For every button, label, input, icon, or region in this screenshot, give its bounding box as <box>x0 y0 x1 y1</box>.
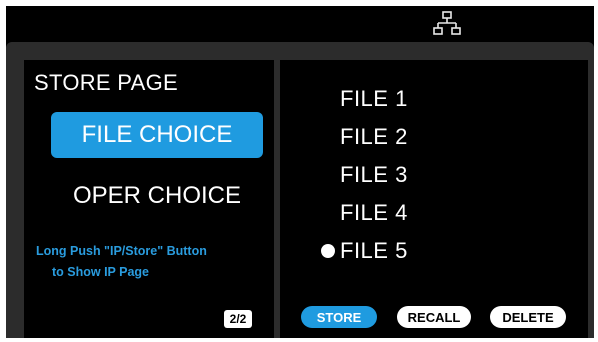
left-panel: STORE PAGE FILE CHOICE OPER CHOICE Long … <box>24 60 274 338</box>
file-label: FILE 4 <box>340 200 408 225</box>
recall-button[interactable]: RECALL <box>397 306 471 328</box>
store-button[interactable]: STORE <box>301 306 377 328</box>
file-label: FILE 5 <box>340 238 408 263</box>
file-item[interactable]: FILE 3 <box>340 162 408 200</box>
file-list: FILE 1 FILE 2 FILE 3 FILE 4 FILE 5 <box>321 86 408 276</box>
oper-choice-button[interactable]: OPER CHOICE <box>51 176 263 216</box>
device-screen: STORE PAGE FILE CHOICE OPER CHOICE Long … <box>6 6 594 338</box>
hint-text: Long Push "IP/Store" Button to Show IP P… <box>36 241 272 283</box>
file-label: FILE 2 <box>340 124 408 149</box>
delete-button[interactable]: DELETE <box>490 306 566 328</box>
page-indicator: 2/2 <box>224 310 252 328</box>
file-item[interactable]: FILE 4 <box>340 200 408 238</box>
network-icon <box>433 11 461 35</box>
hint-line-2: to Show IP Page <box>52 265 150 279</box>
file-item[interactable]: FILE 5 <box>321 238 408 276</box>
file-item[interactable]: FILE 1 <box>340 86 408 124</box>
hint-line-1: Long Push "IP/Store" Button <box>36 244 207 258</box>
page-title: STORE PAGE <box>34 70 179 95</box>
right-panel: FILE 1 FILE 2 FILE 3 FILE 4 FILE 5 STORE… <box>280 60 588 338</box>
file-label: FILE 1 <box>340 86 408 111</box>
file-label: FILE 3 <box>340 162 408 187</box>
status-bar <box>6 6 594 40</box>
file-choice-button[interactable]: FILE CHOICE <box>51 112 263 158</box>
file-item[interactable]: FILE 2 <box>340 124 408 162</box>
selected-dot-icon <box>321 244 335 258</box>
